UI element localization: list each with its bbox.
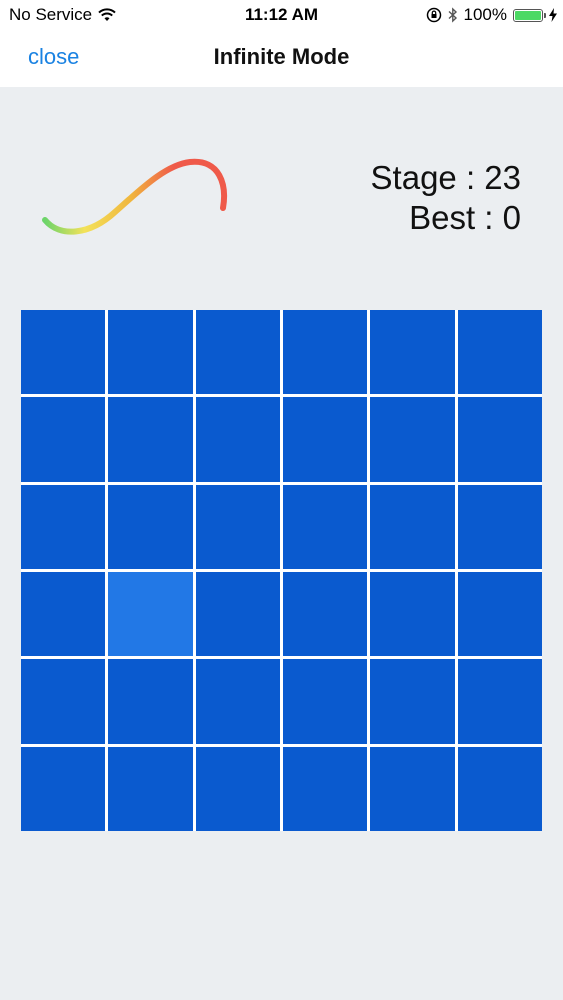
grid-cell[interactable] [195, 397, 280, 482]
grid-cell[interactable] [283, 572, 368, 657]
grid-cell[interactable] [370, 484, 455, 569]
battery-icon [513, 8, 546, 22]
grid-cell[interactable] [457, 397, 542, 482]
status-bar: No Service 11:12 AM 100% [0, 0, 563, 30]
grid-cell[interactable] [370, 572, 455, 657]
grid-cell[interactable] [108, 659, 193, 744]
orientation-lock-icon [426, 7, 441, 23]
grid-cell[interactable] [370, 310, 455, 395]
grid-cell[interactable] [108, 484, 193, 569]
page-title: Infinite Mode [213, 44, 350, 69]
grid-cell[interactable] [21, 484, 106, 569]
grid-cell-odd[interactable] [108, 572, 193, 657]
battery-level [515, 10, 541, 20]
stage-label: Stage : 23 [370, 159, 521, 196]
grid-cell[interactable] [457, 484, 542, 569]
grid-cell[interactable] [21, 659, 106, 744]
grid-cell[interactable] [195, 310, 280, 395]
grid-cell[interactable] [195, 746, 280, 831]
grid-cell[interactable] [21, 572, 106, 657]
color-grid [21, 310, 542, 831]
grid-cell[interactable] [108, 310, 193, 395]
grid-cell[interactable] [283, 310, 368, 395]
charging-icon [549, 8, 557, 22]
grid-cell[interactable] [108, 397, 193, 482]
grid-cell[interactable] [370, 397, 455, 482]
grid-cell[interactable] [21, 397, 106, 482]
grid-cell[interactable] [283, 397, 368, 482]
best-label: Best : 0 [409, 199, 521, 236]
grid-cell[interactable] [195, 659, 280, 744]
grid-cell[interactable] [283, 659, 368, 744]
grid-cell[interactable] [457, 746, 542, 831]
status-right: 100% [420, 5, 557, 25]
grid-cell[interactable] [283, 746, 368, 831]
grid-cell[interactable] [21, 746, 106, 831]
battery-percent: 100% [463, 5, 507, 24]
grid-cell[interactable] [457, 572, 542, 657]
grid-cell[interactable] [195, 572, 280, 657]
score-panel: Stage : 23 Best : 0 [371, 158, 521, 238]
nav-bar: close Infinite Mode [0, 30, 563, 87]
bluetooth-icon [448, 7, 457, 23]
grid-cell[interactable] [457, 659, 542, 744]
grid-cell[interactable] [370, 659, 455, 744]
grid-cell[interactable] [21, 310, 106, 395]
grid-cell[interactable] [457, 310, 542, 395]
grid-cell[interactable] [195, 484, 280, 569]
grid-cell[interactable] [108, 746, 193, 831]
grid-cell[interactable] [283, 484, 368, 569]
timer-curve-indicator [42, 158, 227, 235]
grid-cell[interactable] [370, 746, 455, 831]
